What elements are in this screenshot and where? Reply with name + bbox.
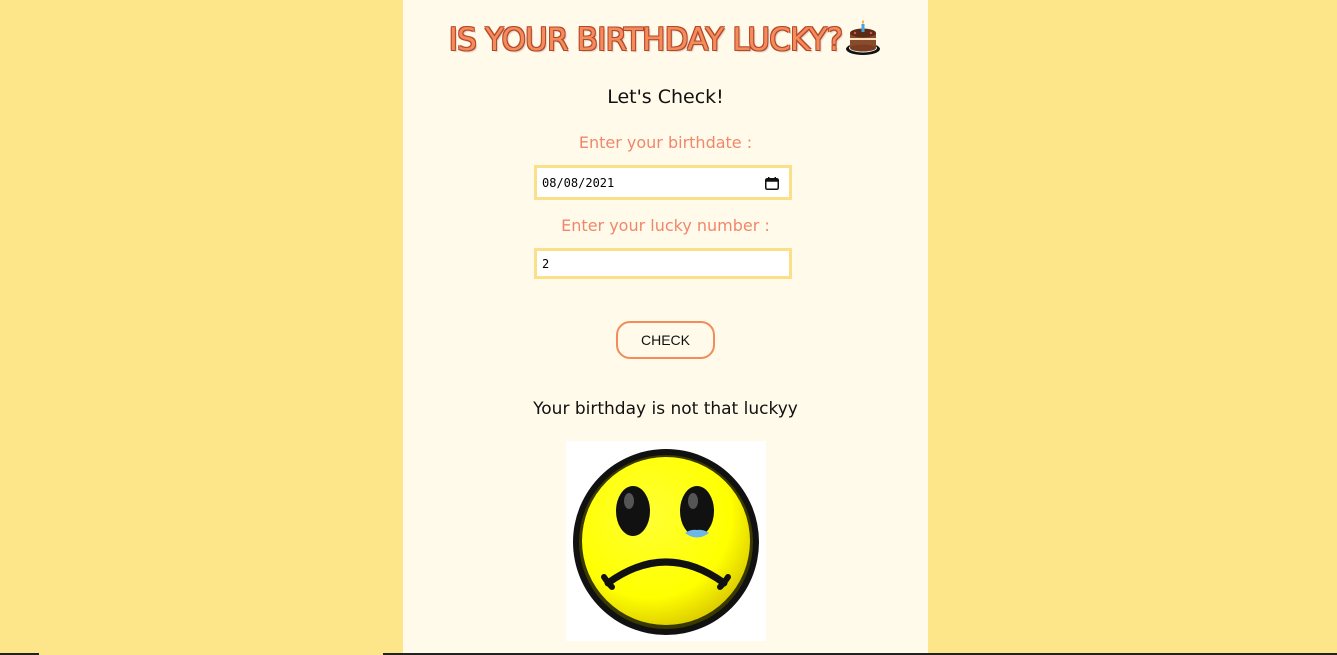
page-title: IS YOUR BIRTHDAY LUCKY? xyxy=(403,19,928,58)
subtitle: Let's Check! xyxy=(607,86,724,108)
lucky-number-value: 2 xyxy=(542,256,550,271)
result-image xyxy=(566,441,766,641)
result-message: Your birthday is not that luckyy xyxy=(533,399,798,419)
main-container: IS YOUR BIRTHDAY LUCKY? Let's Check! Ent… xyxy=(403,0,928,655)
birthday-cake-icon xyxy=(846,19,881,55)
lucky-number-input[interactable]: 2 xyxy=(534,248,792,279)
calendar-icon[interactable] xyxy=(765,177,779,190)
page-title-text: IS YOUR BIRTHDAY LUCKY? xyxy=(448,22,843,58)
birthdate-value: 08/08/2021 xyxy=(542,175,615,190)
check-button[interactable]: CHECK xyxy=(616,321,715,359)
sad-face-icon xyxy=(573,449,759,635)
birthdate-input[interactable]: 08/08/2021 xyxy=(534,165,792,200)
lucky-number-label: Enter your lucky number : xyxy=(561,216,770,235)
birthdate-label: Enter your birthdate : xyxy=(578,133,753,152)
